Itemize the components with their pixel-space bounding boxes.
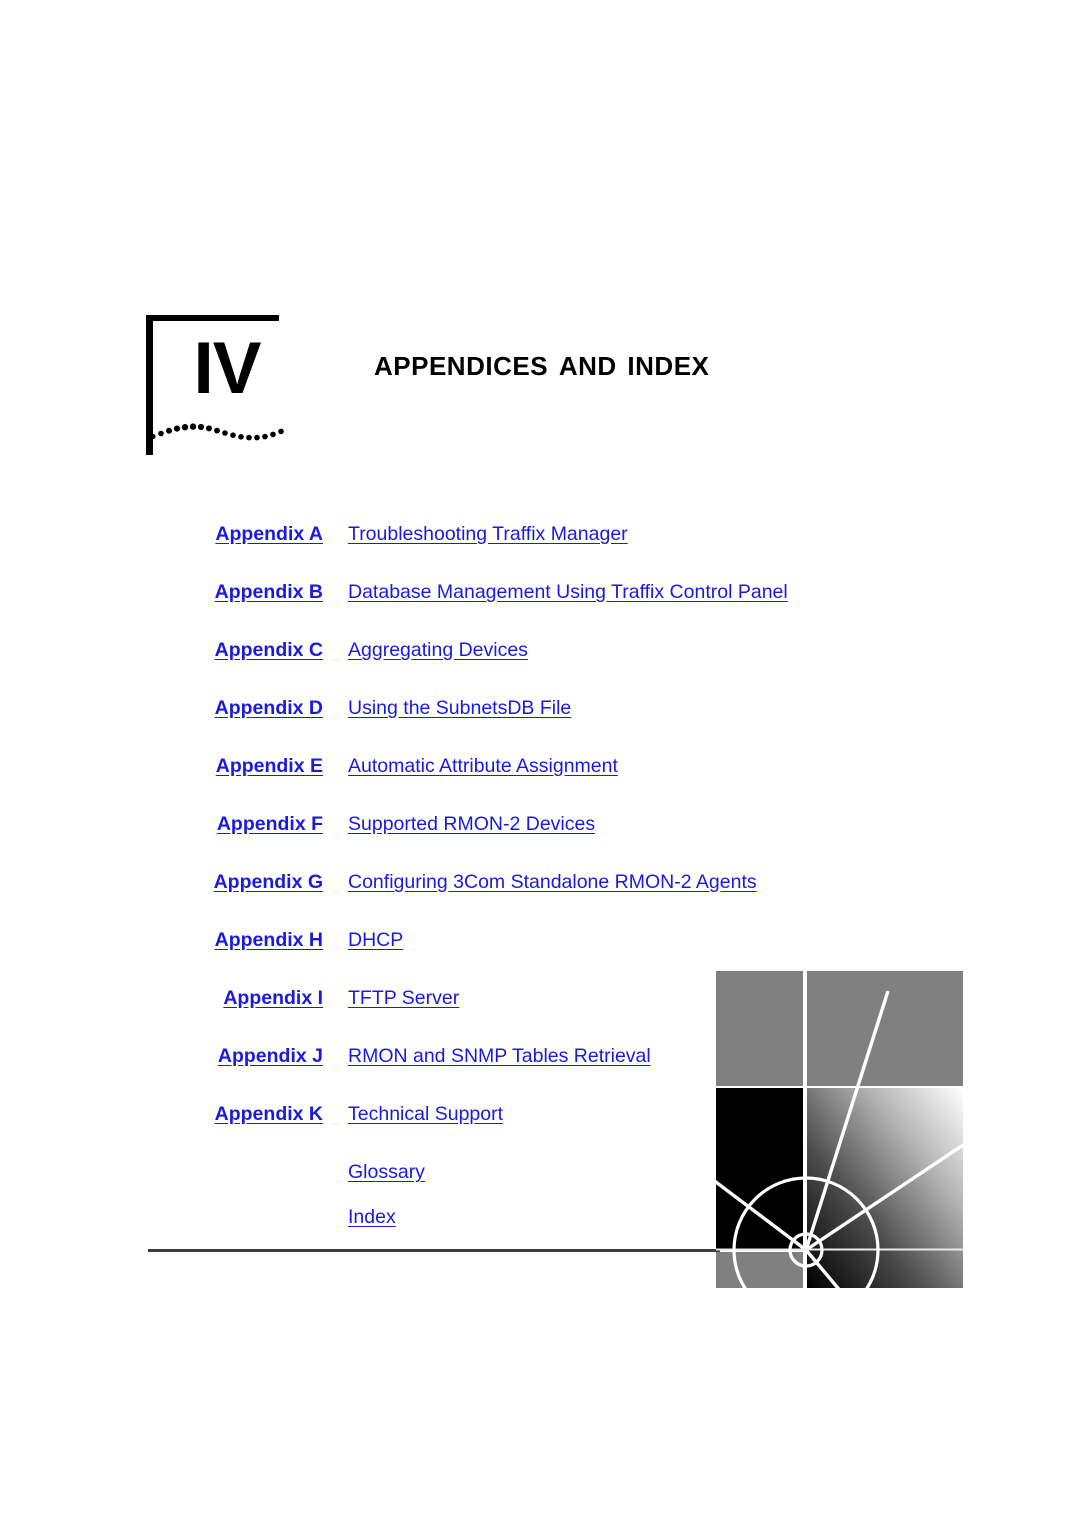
part-number-label: IV xyxy=(193,328,262,409)
toc-entry-title[interactable]: DHCP xyxy=(348,929,403,952)
toc-entry-title[interactable]: Technical Support xyxy=(348,1103,503,1126)
toc-entry-label[interactable]: Appendix J xyxy=(150,1045,348,1068)
toc-entry-label[interactable]: Appendix D xyxy=(150,697,348,720)
toc-entry[interactable]: Appendix A Troubleshooting Traffix Manag… xyxy=(150,523,870,581)
toc-entry-label[interactable]: Appendix F xyxy=(150,813,348,836)
toc-entry-title[interactable]: Aggregating Devices xyxy=(348,639,528,662)
toc-entry-label[interactable]: Appendix K xyxy=(150,1103,348,1126)
toc-entry-title[interactable]: Glossary xyxy=(348,1161,425,1184)
toc-entry-label[interactable]: Appendix A xyxy=(150,523,348,546)
toc-entry[interactable]: Appendix B Database Management Using Tra… xyxy=(150,581,870,639)
bracket-horizontal-rule xyxy=(146,315,279,321)
toc-entry-label[interactable]: Appendix E xyxy=(150,755,348,778)
toc-entry-label[interactable]: Appendix B xyxy=(150,581,348,604)
toc-entry-title[interactable]: TFTP Server xyxy=(348,987,459,1010)
toc-entry-label[interactable]: Appendix G xyxy=(150,871,348,894)
toc-entry-title[interactable]: RMON and SNMP Tables Retrieval xyxy=(348,1045,651,1068)
toc-entry-title[interactable]: Database Management Using Traffix Contro… xyxy=(348,581,788,604)
toc-entry[interactable]: Appendix G Configuring 3Com Standalone R… xyxy=(150,871,870,929)
document-page: IV Appendices xyxy=(0,0,1080,1528)
toc-entry-title[interactable]: Configuring 3Com Standalone RMON-2 Agent… xyxy=(348,871,757,894)
toc-entry[interactable]: Appendix C Aggregating Devices xyxy=(150,639,870,697)
toc-entry-title[interactable]: Automatic Attribute Assignment xyxy=(348,755,618,778)
toc-entry-label[interactable]: Appendix C xyxy=(150,639,348,662)
page-title: Appendices and Index xyxy=(374,341,710,383)
part-number-block: IV xyxy=(146,315,286,455)
toc-entry[interactable]: Appendix E Automatic Attribute Assignmen… xyxy=(150,755,870,813)
dotted-wave-icon xyxy=(150,423,284,441)
toc-entry-title[interactable]: Troubleshooting Traffix Manager xyxy=(348,523,628,546)
toc-entry-title[interactable]: Index xyxy=(348,1206,396,1229)
toc-entry[interactable]: Appendix F Supported RMON-2 Devices xyxy=(150,813,870,871)
toc-entry-label[interactable]: Appendix H xyxy=(150,929,348,952)
toc-entry-title[interactable]: Using the SubnetsDB File xyxy=(348,697,571,720)
toc-entry-title[interactable]: Supported RMON-2 Devices xyxy=(348,813,595,836)
footer-rule xyxy=(148,1249,720,1252)
toc-entry[interactable]: Appendix D Using the SubnetsDB File xyxy=(150,697,870,755)
toc-entry-label[interactable]: Appendix I xyxy=(150,987,348,1010)
decorative-corner-graphic xyxy=(716,971,963,1288)
